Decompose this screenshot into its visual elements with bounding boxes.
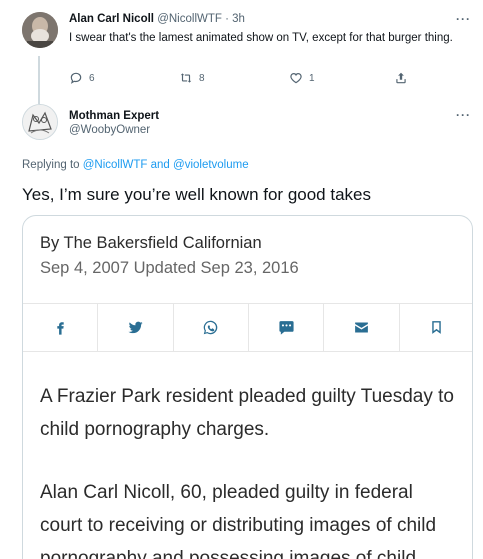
share-icon xyxy=(396,72,406,84)
retweet-button[interactable]: 8 xyxy=(179,71,205,85)
tweet-actions: 6 8 1 xyxy=(69,71,469,87)
tweet-text: Yes, I’m sure you’re well known for good… xyxy=(22,185,371,204)
tweet-parent[interactable]: Alan Carl Nicoll @NicollWTF · 3h ··· I s… xyxy=(0,0,483,96)
tweet-header: Mothman Expert @WoobyOwner xyxy=(69,110,159,136)
article-card[interactable]: By The Bakersfield Californian Sep 4, 20… xyxy=(22,215,473,559)
replying-to: Replying to @NicollWTF and @violetvolume xyxy=(22,159,249,171)
display-name[interactable]: Alan Carl Nicoll xyxy=(69,13,154,25)
tweet-text: I swear that's the lamest animated show … xyxy=(69,32,453,44)
bookmark-button[interactable] xyxy=(400,304,472,351)
user-handle[interactable]: @NicollWTF xyxy=(157,13,222,25)
more-options-button[interactable]: ··· xyxy=(456,108,471,122)
twitter-icon xyxy=(128,321,143,334)
avatar[interactable] xyxy=(22,104,58,140)
more-options-button[interactable]: ··· xyxy=(456,12,471,26)
article-paragraph: A Frazier Park resident pleaded guilty T… xyxy=(40,386,455,440)
whatsapp-icon xyxy=(204,320,218,335)
retweet-icon xyxy=(180,73,192,83)
timestamp[interactable]: 3h xyxy=(232,13,245,25)
sms-icon xyxy=(279,321,294,335)
reply-icon xyxy=(70,72,82,84)
share-whatsapp-button[interactable] xyxy=(174,304,249,351)
share-email-button[interactable] xyxy=(324,304,400,351)
like-button[interactable]: 1 xyxy=(289,71,315,85)
share-bar xyxy=(23,303,472,352)
share-facebook-button[interactable] xyxy=(23,304,99,351)
article-byline: By The Bakersfield Californian xyxy=(40,234,262,252)
article-dateline: Sep 4, 2007 Updated Sep 23, 2016 xyxy=(40,259,299,277)
heart-icon xyxy=(290,73,302,84)
mention-link[interactable]: @NicollWTF xyxy=(83,159,148,171)
share-button[interactable] xyxy=(394,71,408,85)
bookmark-icon xyxy=(432,321,442,334)
email-icon xyxy=(355,322,368,333)
share-twitter-button[interactable] xyxy=(98,304,174,351)
like-count: 1 xyxy=(309,72,315,84)
display-name[interactable]: Mothman Expert xyxy=(69,110,159,122)
tweet-header: Alan Carl Nicoll @NicollWTF · 3h xyxy=(69,13,245,25)
retweet-count: 8 xyxy=(199,72,205,84)
facebook-icon xyxy=(56,322,64,335)
replying-to-label: Replying to xyxy=(22,159,83,171)
replying-to-and: and xyxy=(147,159,174,171)
mention-link[interactable]: @violetvolume xyxy=(173,159,249,171)
article-paragraph: Alan Carl Nicoll, 60, pleaded guilty in … xyxy=(40,482,437,559)
share-sms-button[interactable] xyxy=(249,304,325,351)
user-handle[interactable]: @WoobyOwner xyxy=(69,124,159,136)
reply-count: 6 xyxy=(89,72,95,84)
reply-button[interactable]: 6 xyxy=(69,71,95,85)
avatar[interactable] xyxy=(22,12,58,48)
separator: · xyxy=(225,13,229,25)
